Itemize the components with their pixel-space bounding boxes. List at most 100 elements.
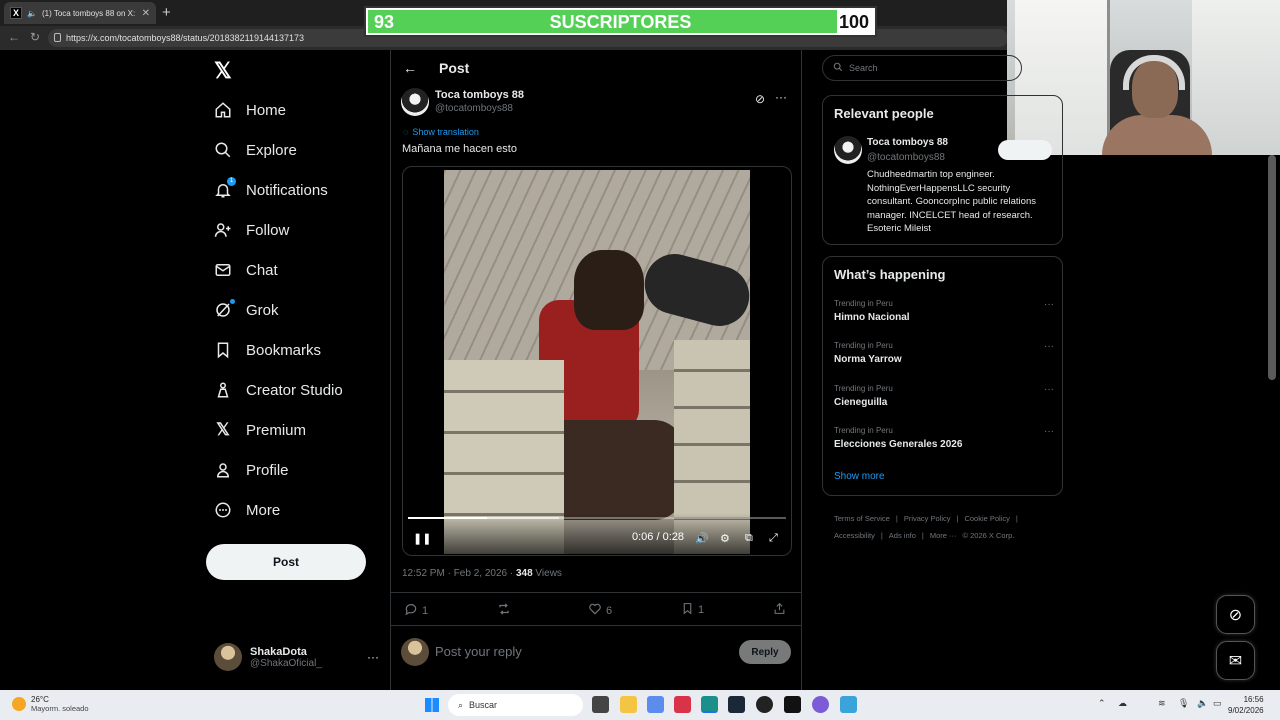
mic-icon[interactable]: 🎙 <box>1178 698 1189 709</box>
nav-grok[interactable]: Grok <box>214 298 279 322</box>
more-dots-icon[interactable]: ··· <box>775 90 787 104</box>
trend-item[interactable]: Trending in Peru Himno Nacional ··· <box>834 299 1054 329</box>
more-dots-icon[interactable]: ··· <box>1044 341 1054 352</box>
more-dots-icon[interactable]: ··· <box>1044 426 1054 437</box>
settings-gear-icon[interactable]: ⚙ <box>720 532 730 545</box>
search-input[interactable]: Search <box>822 55 1022 81</box>
avatar[interactable] <box>834 136 862 164</box>
reply-button[interactable]: Reply <box>739 640 791 664</box>
grok-explain-icon[interactable]: ⊘ <box>755 92 765 106</box>
x-logo-icon[interactable]: 𝕏 <box>214 58 232 84</box>
battery-icon[interactable]: ▭ <box>1213 698 1222 709</box>
follow-button[interactable] <box>998 140 1052 160</box>
envelope-icon: ✉ <box>1228 652 1243 670</box>
video-frame[interactable] <box>444 170 750 554</box>
home-icon <box>214 101 232 119</box>
view-count: 348 <box>515 568 533 579</box>
bookmark-icon <box>214 341 232 359</box>
nav-explore[interactable]: Explore <box>214 138 297 162</box>
post-text: Mañana me hacen esto <box>402 143 517 155</box>
chevron-up-icon[interactable]: ⌃ <box>1098 698 1106 709</box>
cloud-icon[interactable]: ☁ <box>1118 698 1127 709</box>
more-dots-icon[interactable]: ··· <box>1044 384 1054 395</box>
account-handle: @ShakaOficial_ <box>250 657 322 669</box>
bookmark-action[interactable]: 1 <box>681 602 704 618</box>
back-arrow-icon[interactable]: ← <box>8 30 20 44</box>
messages-fab-button[interactable]: ✉ <box>1216 641 1255 680</box>
app-icon[interactable] <box>812 696 829 713</box>
scrollbar[interactable] <box>1268 155 1276 380</box>
reply-composer: Post your reply Reply <box>401 636 793 668</box>
browser-tab[interactable]: X 🔈 (1) Toca tomboys 88 on X: "M... ✕ <box>4 2 156 24</box>
speaker-icon[interactable]: 🔈 <box>1197 698 1208 709</box>
avatar[interactable] <box>401 88 429 116</box>
author-handle[interactable]: @tocatomboys88 <box>435 103 513 114</box>
obs-icon[interactable] <box>756 696 773 713</box>
app-icon[interactable] <box>674 696 691 713</box>
nav-bookmarks[interactable]: Bookmarks <box>214 338 321 362</box>
like-action[interactable]: 6 <box>588 602 612 619</box>
reply-input[interactable]: Post your reply <box>435 644 522 659</box>
heart-icon <box>588 602 602 619</box>
nav-follow[interactable]: Follow <box>214 218 289 242</box>
edge-browser-icon[interactable] <box>701 696 718 713</box>
video-scrubber[interactable] <box>408 517 786 519</box>
taskbar-clock[interactable]: 16:56 9/02/2026 <box>1228 694 1264 716</box>
video-player[interactable]: ❚❚ 0:06 / 0:28 🔊 ⚙ ⧉ ⤢ <box>402 166 792 556</box>
whats-happening-card: What’s happening Trending in Peru Himno … <box>822 256 1063 496</box>
trend-item[interactable]: Trending in Peru Norma Yarrow ··· <box>834 341 1054 371</box>
app-icon[interactable] <box>784 696 801 713</box>
reply-action[interactable]: 1 <box>404 602 428 619</box>
close-tab-icon[interactable]: ✕ <box>142 8 150 19</box>
fullscreen-icon[interactable]: ⤢ <box>769 532 778 545</box>
grok-fab-button[interactable]: ⊘ <box>1216 595 1255 634</box>
nav-chat[interactable]: Chat <box>214 258 278 282</box>
volume-icon[interactable]: 🔊 <box>695 532 709 545</box>
taskbar-search[interactable]: ⌕ Buscar <box>448 694 583 716</box>
nav-home[interactable]: Home <box>214 98 286 122</box>
more-circle-icon <box>214 501 232 519</box>
more-dots-icon[interactable]: ··· <box>1044 299 1054 310</box>
bell-icon: 1 <box>214 177 236 199</box>
pip-icon[interactable]: ⧉ <box>745 532 753 545</box>
repost-action[interactable] <box>497 602 511 619</box>
account-switcher[interactable]: ShakaDota @ShakaOficial_ ··· <box>214 642 379 672</box>
share-action[interactable] <box>773 602 786 618</box>
person-bio: Chudheedmartin top engineer. NothingEver… <box>867 169 1036 234</box>
nav-notifications[interactable]: 1 Notifications <box>214 177 328 202</box>
wifi-icon[interactable]: ≋ <box>1158 698 1166 709</box>
trend-item[interactable]: Trending in Peru Elecciones Generales 20… <box>834 426 1054 456</box>
subscriber-label: SUSCRIPTORES <box>549 12 692 32</box>
nav-premium[interactable]: 𝕏 Premium <box>214 418 306 442</box>
show-translation-link[interactable]: ◌ Show translation <box>403 127 479 137</box>
task-view-icon[interactable] <box>592 696 609 713</box>
grok-icon: ⊘ <box>1228 606 1243 624</box>
sun-icon <box>12 697 26 711</box>
back-arrow-icon[interactable]: ← <box>403 60 417 76</box>
windows-taskbar: 26°C Mayorm. soleado ⌕ Buscar ⌃ ☁ ≋ 🎙 🔈 … <box>0 690 1280 720</box>
reload-icon[interactable]: ↻ <box>30 30 40 44</box>
url-text: https://x.com/tocatomboys88/status/20183… <box>66 33 304 43</box>
speaker-icon[interactable]: 🔈 <box>27 9 37 18</box>
author-name[interactable]: Toca tomboys 88 <box>435 89 524 101</box>
person-name[interactable]: Toca tomboys 88 <box>867 137 948 148</box>
search-icon <box>833 62 843 74</box>
post-button[interactable]: Post <box>206 544 366 580</box>
footer-links: Terms of Service | Privacy Policy | Cookie P… <box>834 514 1018 540</box>
nav-more[interactable]: More <box>214 498 280 522</box>
weather-widget[interactable]: 26°C Mayorm. soleado <box>12 695 89 713</box>
post-author: Toca tomboys 88 @tocatomboys88 ⊘ ··· <box>401 86 793 120</box>
new-tab-button[interactable]: + <box>162 4 171 21</box>
file-explorer-icon[interactable] <box>620 696 637 713</box>
show-more-link[interactable]: Show more <box>834 471 885 482</box>
windows-start-icon[interactable] <box>425 698 439 712</box>
nav-creator-studio[interactable]: Creator Studio <box>214 378 343 402</box>
nav-profile[interactable]: Profile <box>214 458 289 482</box>
copilot-icon[interactable] <box>647 696 664 713</box>
pause-icon[interactable]: ❚❚ <box>413 532 431 545</box>
trend-item[interactable]: Trending in Peru Cieneguilla ··· <box>834 384 1054 414</box>
more-dots-icon[interactable]: ··· <box>367 650 379 664</box>
notepad-icon[interactable] <box>840 696 857 713</box>
steam-icon[interactable] <box>728 696 745 713</box>
person-plus-icon <box>214 221 232 239</box>
